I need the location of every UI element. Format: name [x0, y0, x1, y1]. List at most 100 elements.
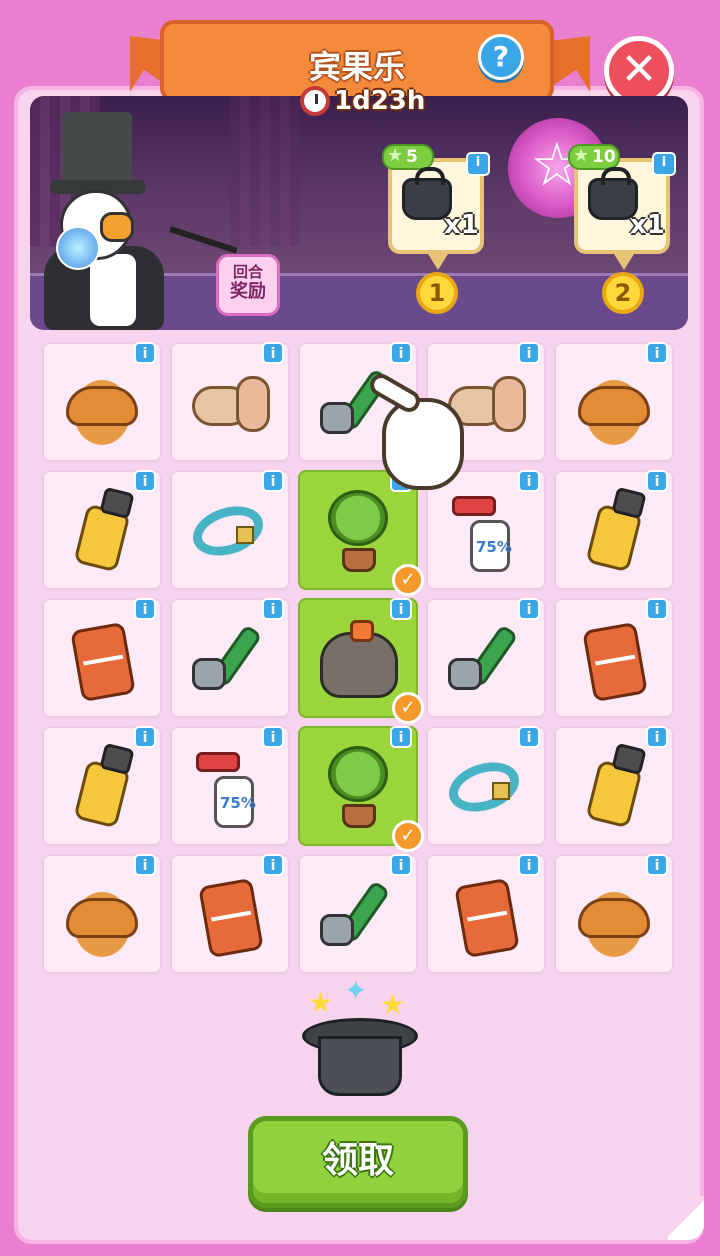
cell-info-button[interactable]: i: [518, 726, 540, 748]
can-icon: [570, 618, 658, 702]
cell-info-button[interactable]: i: [646, 726, 668, 748]
cell-info-button[interactable]: i: [134, 598, 156, 620]
checkmark-icon: ✓: [392, 820, 424, 852]
sparkle-star-icon: ★: [308, 986, 334, 1019]
reward-info-button[interactable]: i: [466, 152, 490, 176]
curtain-decoration: [230, 96, 300, 246]
round-reward-1[interactable]: 5 x1 i 1: [382, 144, 490, 314]
bottle-icon: [570, 746, 658, 830]
claim-button[interactable]: 领取: [248, 1116, 468, 1208]
magician-duck-shirt: [90, 254, 136, 326]
bingo-cell[interactable]: i: [42, 470, 162, 590]
checkmark-icon: ✓: [392, 564, 424, 596]
bingo-cell[interactable]: i: [298, 854, 418, 974]
bingo-cell[interactable]: i: [170, 342, 290, 462]
bingo-cell[interactable]: i: [426, 598, 546, 718]
bingo-cell[interactable]: i: [170, 598, 290, 718]
magic-hat-reward-icon: ★ ✦ ★: [298, 974, 422, 1108]
cell-info-button[interactable]: i: [134, 726, 156, 748]
reward-milestone-medal: 1: [416, 272, 458, 314]
bag-icon: [314, 618, 402, 702]
bingo-cell[interactable]: i: [170, 854, 290, 974]
bingo-cell[interactable]: i: [42, 854, 162, 974]
pliers-icon: [314, 874, 402, 958]
bingo-grid: iiiiiiii✓iiiii✓iiiii✓iiiiiii: [42, 342, 674, 974]
cell-info-button[interactable]: i: [134, 854, 156, 876]
pliers-icon: [186, 618, 274, 702]
cell-info-button[interactable]: i: [646, 470, 668, 492]
bingo-cell[interactable]: i: [554, 726, 674, 846]
cell-info-button[interactable]: i: [646, 342, 668, 364]
bingo-cell[interactable]: i: [554, 854, 674, 974]
pliers-icon: [442, 618, 530, 702]
can-icon: [58, 618, 146, 702]
reward-info-button[interactable]: i: [652, 152, 676, 176]
clock-icon: [300, 86, 330, 116]
cell-info-button[interactable]: i: [262, 342, 284, 364]
magic-hat-crown: [318, 1036, 402, 1096]
help-button[interactable]: ?: [478, 34, 524, 80]
roll-icon: [186, 362, 274, 446]
timer-text: 1d23h: [334, 86, 426, 116]
cell-info-button[interactable]: i: [262, 598, 284, 620]
crystal-ball-icon: [56, 226, 100, 270]
round-badge-line2: 奖励: [230, 281, 266, 302]
bingo-cell[interactable]: i: [426, 854, 546, 974]
cell-info-button[interactable]: i: [646, 598, 668, 620]
spray-nozzle: [196, 752, 240, 772]
bottle-icon: [58, 746, 146, 830]
can-icon: [442, 874, 530, 958]
croissant-icon: [58, 874, 146, 958]
cell-info-button[interactable]: i: [262, 854, 284, 876]
spray-icon: [186, 746, 274, 830]
bingo-cell[interactable]: i: [170, 726, 290, 846]
cell-info-button[interactable]: i: [134, 470, 156, 492]
ring-icon: [186, 490, 274, 574]
cell-info-button[interactable]: i: [262, 470, 284, 492]
round-reward-2[interactable]: 10 x1 i 2: [568, 144, 676, 314]
reward-quantity: x1: [630, 210, 665, 240]
sparkle-star-icon: ✦: [344, 974, 368, 1007]
bingo-cell[interactable]: i ✓: [298, 726, 424, 852]
cell-info-button[interactable]: i: [518, 470, 540, 492]
bingo-cell[interactable]: i: [554, 470, 674, 590]
bottle-icon: [570, 490, 658, 574]
cell-info-button[interactable]: i: [646, 854, 668, 876]
cell-info-button[interactable]: i: [262, 726, 284, 748]
cell-info-button[interactable]: i: [518, 854, 540, 876]
bingo-cell[interactable]: i ✓: [298, 598, 424, 724]
can-icon: [186, 874, 274, 958]
bingo-cell[interactable]: i: [42, 598, 162, 718]
cell-info-button[interactable]: i: [390, 726, 412, 748]
event-timer: 1d23h: [300, 84, 425, 118]
spray-icon: [442, 490, 530, 574]
sparkle-star-icon: ★: [380, 988, 406, 1021]
reward-milestone-medal: 2: [602, 272, 644, 314]
round-reward-badge[interactable]: 回合 奖励: [216, 254, 280, 316]
tutorial-pointer-hand-icon: [368, 364, 478, 494]
bingo-cell[interactable]: i: [426, 726, 546, 846]
bingo-cell[interactable]: i: [42, 342, 162, 462]
croissant-icon: [570, 362, 658, 446]
plant-icon: [314, 746, 402, 830]
cell-info-button[interactable]: i: [134, 342, 156, 364]
cell-info-button[interactable]: i: [518, 598, 540, 620]
plant-icon: [314, 490, 402, 574]
round-badge-line1: 回合: [232, 263, 263, 281]
bingo-cell[interactable]: i: [42, 726, 162, 846]
bingo-cell[interactable]: i: [170, 470, 290, 590]
ring-icon: [442, 746, 530, 830]
claim-button-label: 领取: [321, 1140, 394, 1181]
croissant-icon: [58, 362, 146, 446]
cell-info-button[interactable]: i: [390, 854, 412, 876]
reward-quantity: x1: [444, 210, 479, 240]
magician-duck-beak: [100, 212, 134, 242]
cell-info-button[interactable]: i: [390, 342, 412, 364]
bingo-cell[interactable]: i: [554, 598, 674, 718]
bottle-icon: [58, 490, 146, 574]
cell-info-button[interactable]: i: [390, 598, 412, 620]
magician-hat-icon: [62, 112, 132, 184]
bingo-cell[interactable]: i: [554, 342, 674, 462]
croissant-icon: [570, 874, 658, 958]
cell-info-button[interactable]: i: [518, 342, 540, 364]
